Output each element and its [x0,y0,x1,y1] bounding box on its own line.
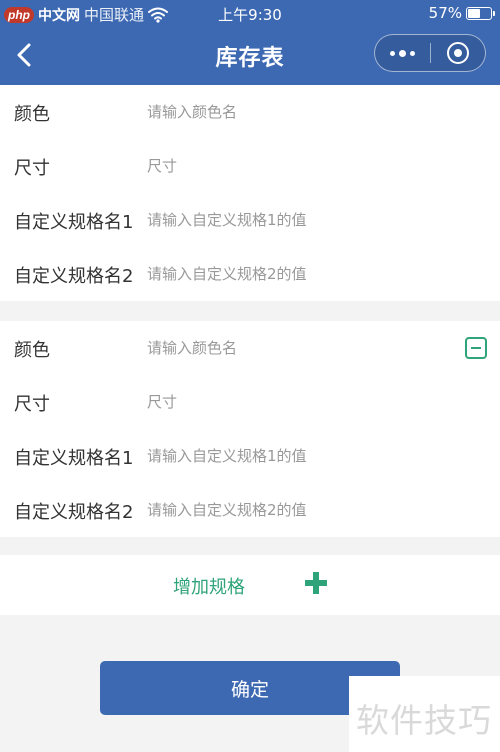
color-row: 颜色 [0,321,500,375]
more-dots-icon [389,49,415,57]
remove-spec-icon[interactable] [465,337,487,359]
color-row: 颜色 [0,85,500,139]
color-input[interactable] [147,97,447,127]
battery-icon [466,6,495,20]
custom2-label: 自定义规格名2 [14,502,134,523]
size-row: 尺寸 [0,139,500,193]
custom1-input[interactable] [147,441,447,471]
spec-card-1: 颜色 尺寸 自定义规格名1 自定义规格名2 [0,85,500,301]
battery-tip [493,10,495,16]
watermark-text: 软件技巧 [356,701,492,740]
spec-card-2: 颜色 尺寸 自定义规格名1 自定义规格名2 [0,321,500,537]
add-spec-label: 增加规格 [173,577,245,598]
plus-icon[interactable] [305,572,327,594]
custom2-row: 自定义规格名2 [0,247,500,301]
custom1-row: 自定义规格名1 [0,193,500,247]
custom2-row: 自定义规格名2 [0,483,500,537]
size-row: 尺寸 [0,375,500,429]
battery-fill [468,8,480,18]
more-button[interactable] [375,35,430,71]
size-input[interactable] [147,151,447,181]
size-label: 尺寸 [14,158,50,179]
color-input[interactable] [147,333,447,363]
custom2-input[interactable] [147,495,447,525]
custom1-row: 自定义规格名1 [0,429,500,483]
status-time: 上午9:30 [218,6,282,24]
mini-program-capsule [374,34,486,72]
size-input[interactable] [147,387,447,417]
battery-percent: 57% [428,4,462,22]
close-button[interactable] [431,35,486,71]
custom2-input[interactable] [147,259,447,289]
status-right: 57% [428,4,495,22]
color-label: 颜色 [14,340,50,361]
custom1-input[interactable] [147,205,447,235]
add-spec-button[interactable]: 增加规格 [0,555,500,615]
nav-bar: 库存表 [0,26,500,85]
custom2-label: 自定义规格名2 [14,266,134,287]
color-label: 颜色 [14,104,50,125]
custom1-label: 自定义规格名1 [14,212,134,233]
status-bar: php 中文网 中国联通 上午9:30 57% [0,0,500,26]
size-label: 尺寸 [14,394,50,415]
custom1-label: 自定义规格名1 [14,448,134,469]
close-circle-icon [446,42,469,64]
